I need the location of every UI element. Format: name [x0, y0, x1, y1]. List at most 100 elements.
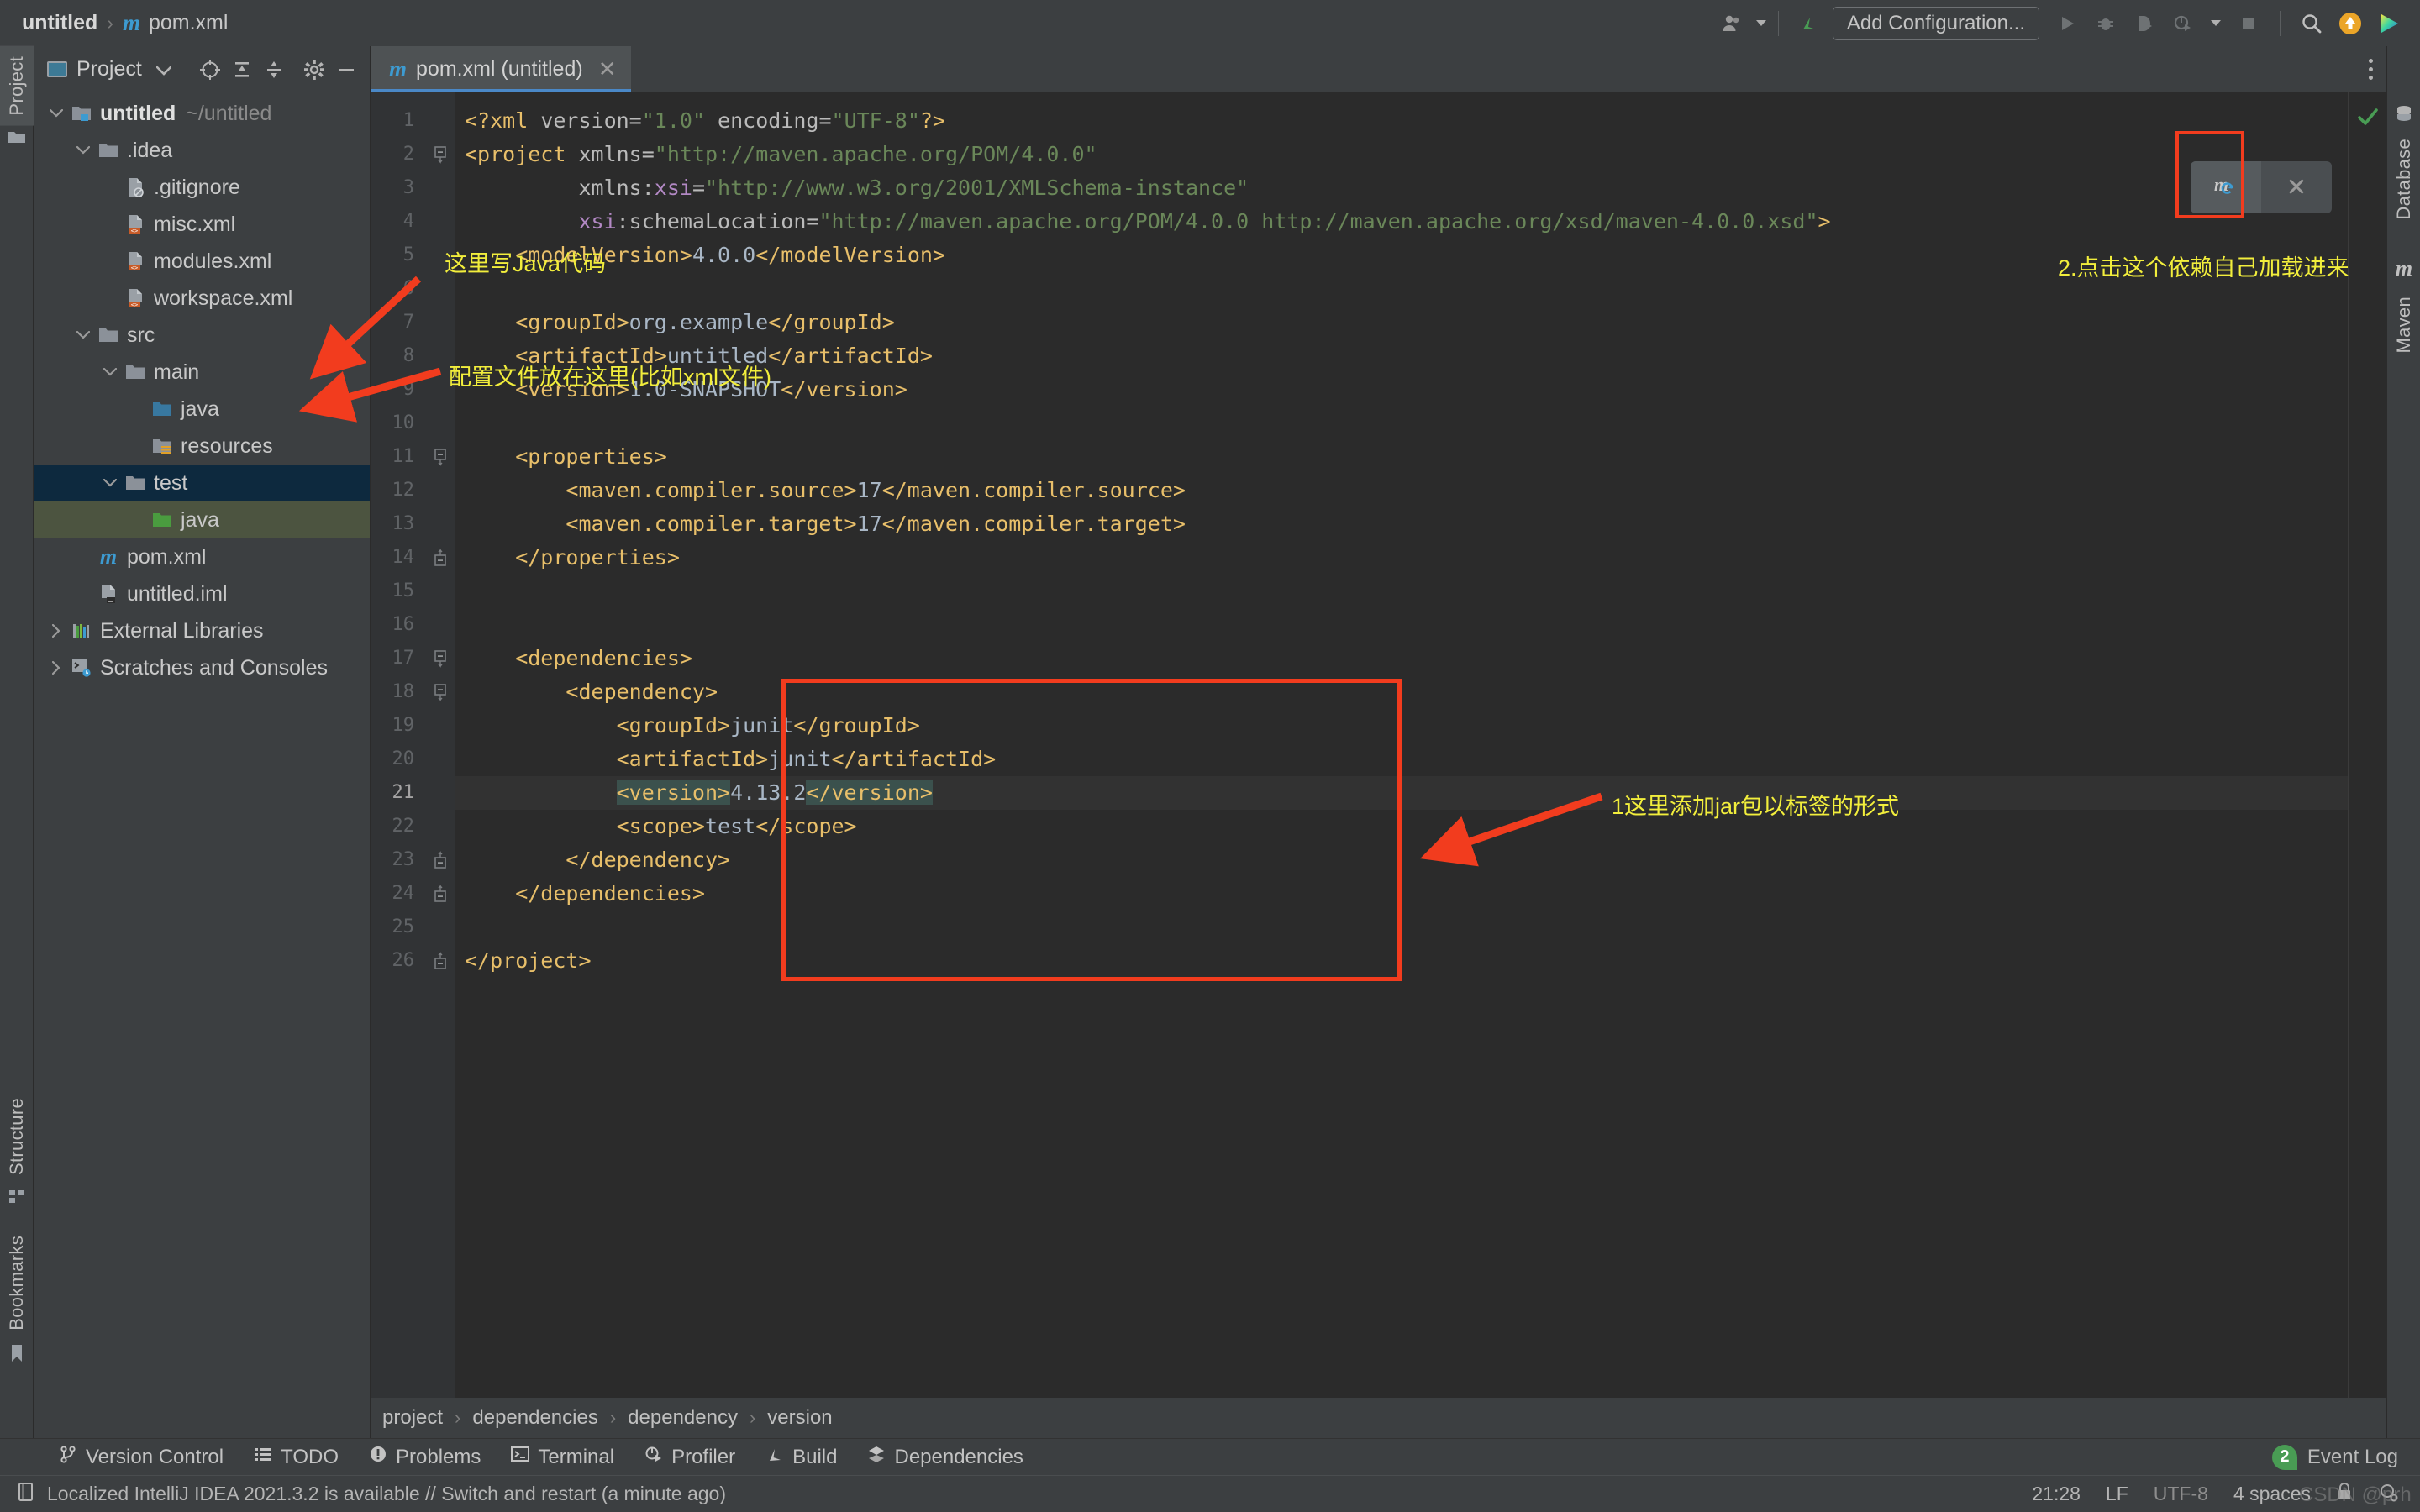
code-line[interactable]: <groupId>org.example</groupId>	[455, 306, 2348, 339]
code-line[interactable]: <artifactId>untitled</artifactId>	[455, 339, 2348, 373]
bottom-item-version-control[interactable]: Version Control	[44, 1445, 239, 1469]
sidebar-item-bookmarks[interactable]: Bookmarks	[0, 1226, 34, 1341]
fold-end-icon[interactable]	[426, 877, 455, 911]
code-line[interactable]: <dependencies>	[455, 642, 2348, 675]
bottom-item-build[interactable]: Build	[750, 1445, 852, 1469]
chevron-down-icon[interactable]	[99, 368, 121, 376]
run-icon[interactable]	[2048, 4, 2086, 43]
code-line[interactable]: <modelVersion>4.0.0</modelVersion>	[455, 239, 2348, 272]
chevron-right-icon[interactable]	[45, 661, 67, 675]
tree-node-modules-xml[interactable]: <> modules.xml	[34, 243, 370, 280]
code-line[interactable]: <version>4.13.2</version>	[455, 776, 2348, 810]
tree-node-java[interactable]: java	[34, 391, 370, 428]
chevron-down-icon[interactable]	[72, 331, 94, 339]
run-with-coverage-icon[interactable]	[2125, 4, 2164, 43]
inspection-gear-icon[interactable]	[2378, 1482, 2398, 1507]
fold-expanded-icon[interactable]	[426, 675, 455, 709]
tree-node-untitled[interactable]: untitled ~/untitled	[34, 95, 370, 132]
debug-icon[interactable]	[2086, 4, 2125, 43]
read-only-lock-icon[interactable]	[2336, 1482, 2353, 1507]
sidebar-item-project[interactable]: Project	[0, 46, 34, 126]
tree-node-main[interactable]: main	[34, 354, 370, 391]
breadcrumb-item-dependencies[interactable]: dependencies	[467, 1406, 602, 1430]
status-message[interactable]: Localized IntelliJ IDEA 2021.3.2 is avai…	[47, 1483, 726, 1505]
tree-node-untitled-iml[interactable]: untitled.iml	[34, 575, 370, 612]
user-dropdown-caret-icon[interactable]	[1755, 20, 1766, 26]
breadcrumb-bar[interactable]: project › dependencies › dependency › version	[371, 1398, 2386, 1438]
status-message-group[interactable]: Localized IntelliJ IDEA 2021.3.2 is avai…	[17, 1482, 726, 1507]
code-line[interactable]: <project xmlns="http://maven.apache.org/…	[455, 138, 2348, 171]
breadcrumb-item-project[interactable]: project	[377, 1406, 448, 1430]
fold-expanded-icon[interactable]	[426, 642, 455, 675]
chevron-down-icon[interactable]	[45, 109, 67, 118]
window-file-name[interactable]: pom.xml	[149, 11, 228, 35]
fold-end-icon[interactable]	[426, 843, 455, 877]
tree-node-src[interactable]: src	[34, 317, 370, 354]
code-line[interactable]: <artifactId>junit</artifactId>	[455, 743, 2348, 776]
code-line[interactable]	[455, 272, 2348, 306]
chevron-down-icon[interactable]	[155, 57, 172, 81]
tree-node-workspace-xml[interactable]: <> workspace.xml	[34, 280, 370, 317]
hide-icon[interactable]	[331, 55, 361, 85]
tree-node-misc-xml[interactable]: <> misc.xml	[34, 206, 370, 243]
project-tree[interactable]: untitled ~/untitled .idea .gitignore <> misc.…	[34, 92, 370, 1438]
bottom-item-terminal[interactable]: Terminal	[496, 1445, 629, 1469]
breadcrumb-item-version[interactable]: version	[762, 1406, 837, 1430]
code-line[interactable]: xsi:schemaLocation="http://maven.apache.…	[455, 205, 2348, 239]
code-line[interactable]	[455, 575, 2348, 608]
bottom-item-profiler[interactable]: Profiler	[629, 1445, 750, 1469]
search-everywhere-icon[interactable]	[2292, 4, 2331, 43]
inspections-ok-icon[interactable]	[2356, 106, 2380, 135]
chevron-down-icon[interactable]	[99, 479, 121, 487]
collapse-all-icon[interactable]	[259, 55, 289, 85]
add-configuration-button[interactable]: Add Configuration...	[1832, 6, 2039, 40]
settings-gear-icon[interactable]	[299, 55, 329, 85]
code-line[interactable]: <?xml version="1.0" encoding="UTF-8"?>	[455, 104, 2348, 138]
tab-pom-xml[interactable]: m pom.xml (untitled) ✕	[371, 46, 632, 92]
tree-node-pom-xml[interactable]: m pom.xml	[34, 538, 370, 575]
code-line[interactable]: </project>	[455, 944, 2348, 978]
code-line[interactable]: <maven.compiler.target>17</maven.compile…	[455, 507, 2348, 541]
status-encoding[interactable]: UTF-8	[2154, 1483, 2208, 1505]
chevron-down-icon[interactable]	[72, 146, 94, 155]
select-opened-file-icon[interactable]	[195, 55, 225, 85]
user-profile-icon[interactable]	[1712, 4, 1751, 43]
code-line[interactable]: </properties>	[455, 541, 2348, 575]
chevron-right-icon[interactable]	[45, 624, 67, 638]
fold-end-icon[interactable]	[426, 944, 455, 978]
markup-scrollbar[interactable]	[2348, 92, 2386, 1398]
code-line[interactable]: <groupId>junit</groupId>	[455, 709, 2348, 743]
code-line[interactable]	[455, 407, 2348, 440]
breadcrumb-item-dependency[interactable]: dependency	[623, 1406, 743, 1430]
code-line[interactable]: <properties>	[455, 440, 2348, 474]
tree-node-scratches-and-consoles[interactable]: Scratches and Consoles	[34, 649, 370, 686]
intellij-logo-icon[interactable]	[2370, 4, 2408, 43]
bottom-item-dependencies[interactable]: Dependencies	[852, 1445, 1038, 1469]
status-indent[interactable]: 4 spaces	[2233, 1483, 2311, 1505]
tree-node-gitignore[interactable]: .gitignore	[34, 169, 370, 206]
code-line[interactable]: </dependencies>	[455, 877, 2348, 911]
code-line[interactable]: <scope>test</scope>	[455, 810, 2348, 843]
profile-dropdown-caret-icon[interactable]	[2211, 20, 2221, 26]
code-line[interactable]: <version>1.0-SNAPSHOT</version>	[455, 373, 2348, 407]
tree-node-idea[interactable]: .idea	[34, 132, 370, 169]
vcs-update-icon[interactable]	[1791, 4, 1829, 43]
code-line[interactable]: xmlns:xsi="http://www.w3.org/2001/XMLSch…	[455, 171, 2348, 205]
update-available-icon[interactable]	[2331, 4, 2370, 43]
code-line[interactable]	[455, 608, 2348, 642]
window-project-name[interactable]: untitled	[22, 11, 97, 35]
fold-end-icon[interactable]	[426, 541, 455, 575]
code-line[interactable]: <maven.compiler.source>17</maven.compile…	[455, 474, 2348, 507]
code-line[interactable]: <dependency>	[455, 675, 2348, 709]
bottom-item-todo[interactable]: TODO	[239, 1445, 354, 1469]
status-line-separator[interactable]: LF	[2106, 1483, 2128, 1505]
stop-icon[interactable]	[2229, 4, 2268, 43]
code-line[interactable]	[455, 911, 2348, 944]
tree-node-external-libraries[interactable]: External Libraries	[34, 612, 370, 649]
sidebar-item-structure[interactable]: Structure	[0, 1088, 34, 1185]
event-log-button[interactable]: 2 Event Log	[2271, 1444, 2420, 1470]
more-options-icon[interactable]	[2369, 59, 2373, 80]
profile-icon[interactable]	[2164, 4, 2202, 43]
tree-node-java[interactable]: java	[34, 501, 370, 538]
code-folding-gutter[interactable]	[426, 92, 455, 1398]
